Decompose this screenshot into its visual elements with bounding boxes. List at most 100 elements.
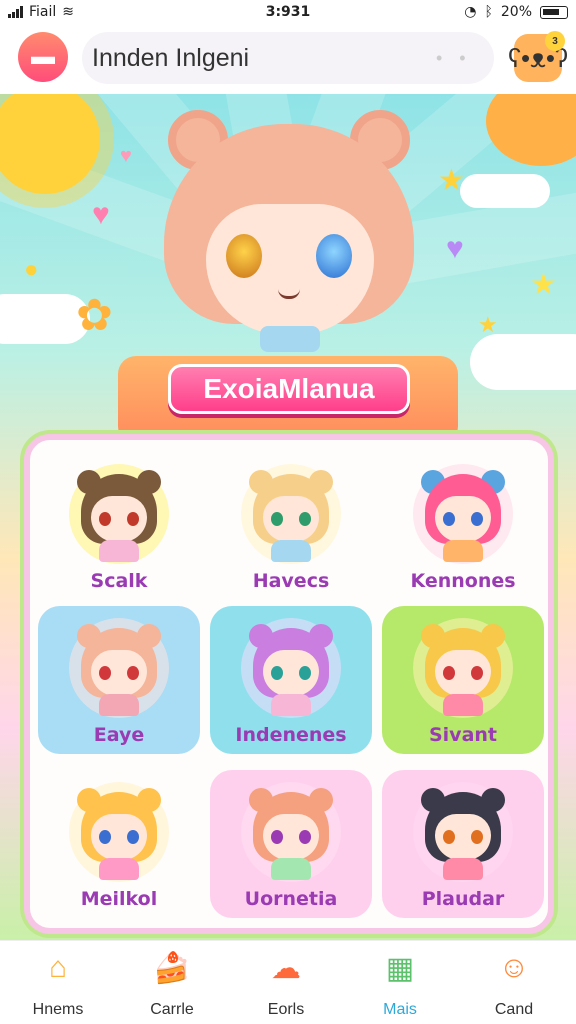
smiling-sun-icon (486, 94, 576, 166)
search-hint-dots: • • (436, 47, 472, 68)
tab-character[interactable]: ☺ Cand (462, 947, 566, 1021)
grid-cell-2[interactable]: Havecs (210, 452, 372, 600)
avatar-eye (127, 512, 139, 526)
avatar-eye (127, 666, 139, 680)
character-eye (316, 234, 352, 278)
star-icon: ★ (438, 164, 465, 197)
character-name: Meilkol (80, 888, 158, 910)
banner-title-button[interactable]: ExoiaMlanua (168, 364, 410, 414)
avatar-eye (443, 512, 455, 526)
character-avatar (241, 464, 341, 564)
star-icon: ★ (478, 312, 498, 337)
cloud-icon: ☁ (271, 951, 301, 985)
avatar-eye (443, 666, 455, 680)
avatar-eye (99, 830, 111, 844)
avatar-eye (299, 830, 311, 844)
avatar-body (99, 540, 139, 562)
heart-icon: ♥ (120, 145, 132, 167)
tab-label: Hnems (32, 1001, 84, 1018)
character-avatar (69, 464, 169, 564)
grid-cell-4[interactable]: Eaye (38, 606, 200, 754)
avatar-eye (471, 666, 483, 680)
map-icon: ▦ (385, 951, 415, 985)
search-bar[interactable]: • • (82, 32, 494, 84)
tab-label: Cand (494, 1001, 534, 1018)
character-name: Scalk (90, 570, 148, 592)
hero-character (150, 104, 430, 364)
notification-badge: 3 (545, 31, 565, 51)
cloud (460, 174, 550, 208)
character-avatar (413, 782, 513, 882)
grid-cell-9[interactable]: Plaudar (382, 770, 544, 918)
tab-label: Carrle (150, 1001, 194, 1018)
avatar-eye (99, 666, 111, 680)
character-icon: ☺ (498, 951, 530, 984)
grid-cell-8[interactable]: Uornetia (210, 770, 372, 918)
location-icon: ◔ (464, 4, 477, 20)
avatar-eye (443, 830, 455, 844)
avatar-body (271, 858, 311, 880)
grid-cell-7[interactable]: Meilkol (38, 770, 200, 918)
star-icon: ★ (530, 268, 557, 301)
character-eye (226, 234, 262, 278)
grid-cell-3[interactable]: Kennones (382, 452, 544, 600)
avatar-body (99, 694, 139, 716)
avatar-eye (271, 512, 283, 526)
tab-home[interactable]: ⌂ Hnems (6, 947, 110, 1021)
character-name: Plaudar (421, 888, 505, 910)
search-input[interactable] (92, 43, 422, 73)
grid-cell-6[interactable]: Sivant (382, 606, 544, 754)
avatar-body (443, 858, 483, 880)
character-avatar (69, 782, 169, 882)
app-logo-icon[interactable]: ▬ (18, 32, 68, 82)
grid-cell-1[interactable]: Scalk (38, 452, 200, 600)
coin-icon: ● (24, 256, 39, 283)
avatar-eye (299, 512, 311, 526)
star-icon: ✿ (76, 291, 113, 340)
tab-cake[interactable]: 🍰 Carrle (120, 947, 224, 1021)
character-avatar (241, 782, 341, 882)
cloud (470, 334, 576, 390)
avatar-body (443, 540, 483, 562)
avatar-eye (271, 666, 283, 680)
character-name: Indenenes (235, 724, 347, 746)
character-grid-panel: Scalk Havecs Kennones Eaye Indenenes Siv… (24, 434, 554, 934)
status-bar: Fiail ≋ 3:931 ◔ ᛒ 20% (0, 0, 576, 26)
tab-label: Eorls (267, 1001, 305, 1018)
bluetooth-icon: ᛒ (484, 4, 493, 20)
tab-map[interactable]: ▦ Mais (348, 947, 452, 1021)
app-header: ▬ • • ʕ•ᴥ•ʔ 3 (0, 26, 576, 94)
character-name: Sivant (428, 724, 497, 746)
character-name: Uornetia (244, 888, 338, 910)
avatar-body (271, 694, 311, 716)
avatar-eye (271, 830, 283, 844)
avatar-body (99, 858, 139, 880)
character-name: Eaye (93, 724, 145, 746)
character-avatar (413, 618, 513, 718)
heart-icon: ♥ (446, 232, 464, 265)
cake-icon: 🍰 (153, 951, 191, 985)
tab-cloud[interactable]: ☁ Eorls (234, 947, 338, 1021)
tab-label: Mais (383, 1001, 417, 1018)
profile-avatar-button[interactable]: ʕ•ᴥ•ʔ 3 (508, 31, 568, 82)
battery-icon (540, 5, 568, 19)
character-avatar (413, 464, 513, 564)
avatar-eye (471, 512, 483, 526)
character-name: Havecs (252, 570, 330, 592)
avatar-body (271, 540, 311, 562)
avatar-eye (127, 830, 139, 844)
bottom-tab-bar: ⌂ Hnems 🍰 Carrle ☁ Eorls ▦ Mais ☺ Cand (0, 940, 576, 1024)
character-name: Kennones (410, 570, 516, 592)
avatar-body (443, 694, 483, 716)
character-bow (260, 326, 320, 352)
character-avatar (241, 618, 341, 718)
battery-percent: 20% (500, 4, 532, 20)
character-avatar (69, 618, 169, 718)
avatar-eye (99, 512, 111, 526)
avatar-eye (471, 830, 483, 844)
hero-scene: ♥ ♥ ★ ♥ ★ ✿ ● ★ ExoiaMlanua Scalk Havecs… (0, 94, 576, 940)
avatar-eye (299, 666, 311, 680)
heart-icon: ♥ (92, 198, 110, 231)
grid-cell-5[interactable]: Indenenes (210, 606, 372, 754)
home-icon: ⌂ (48, 951, 68, 984)
